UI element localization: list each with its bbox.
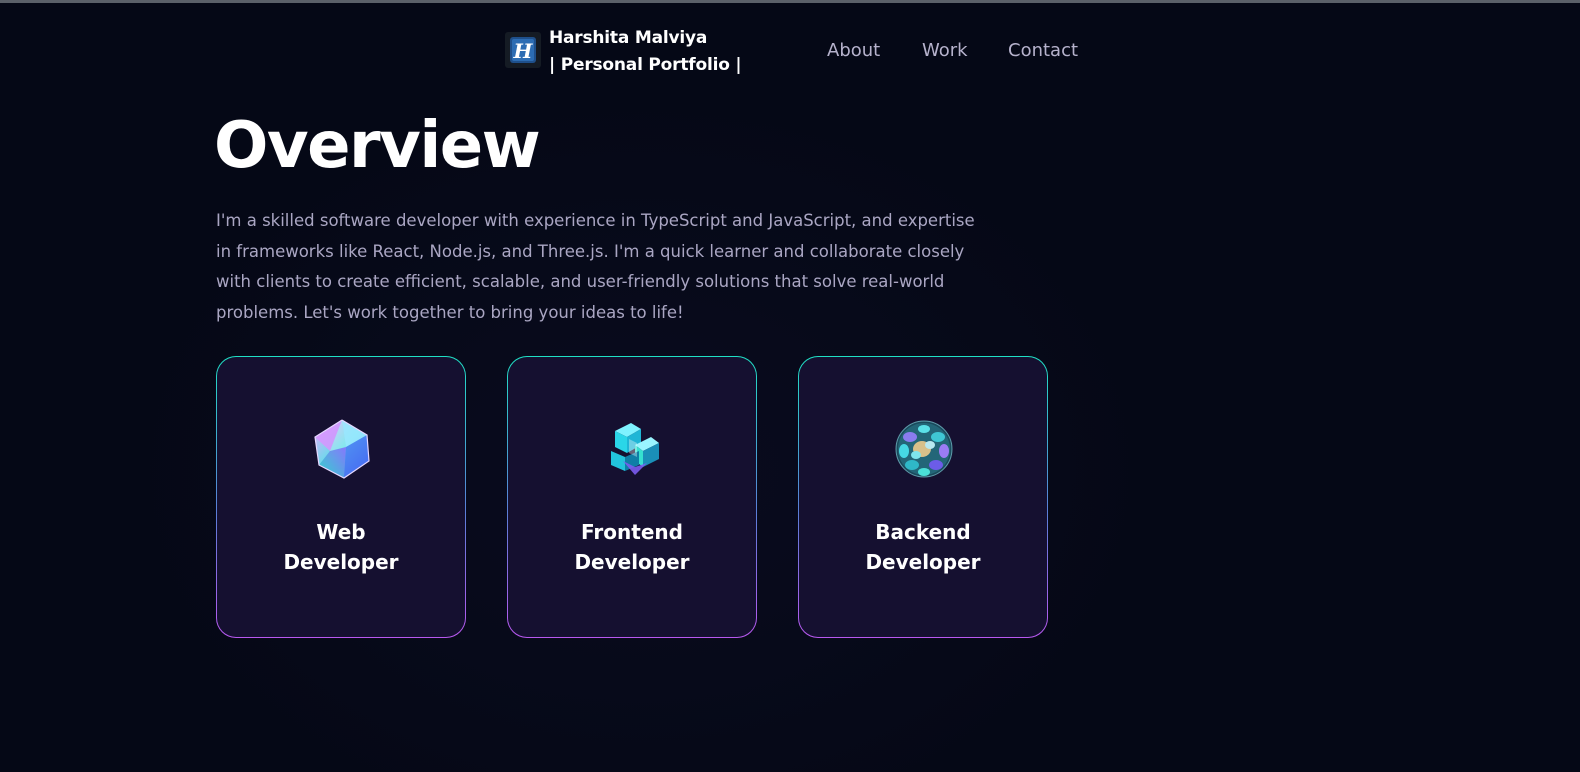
nav-link-about[interactable]: About <box>827 39 880 63</box>
service-card-title-line1: Web <box>316 520 366 544</box>
brand-name-line1: Harshita Malviya <box>549 28 708 48</box>
service-card-title-line1: Frontend <box>581 520 683 544</box>
brand-name[interactable]: Harshita Malviya | Personal Portfolio | <box>549 25 742 79</box>
backend-developer-icon <box>895 420 953 478</box>
portfolio-page: H Harshita Malviya | Personal Portfolio … <box>0 0 1580 772</box>
h-logo-icon[interactable]: H <box>505 32 541 68</box>
web-developer-icon <box>314 419 370 479</box>
service-card-inner: Web Developer <box>217 357 465 637</box>
service-card-backend[interactable]: Backend Developer <box>798 356 1048 638</box>
service-card-title-line2: Developer <box>283 550 399 574</box>
service-card-title-line2: Developer <box>574 550 690 574</box>
overview-heading: Overview <box>214 109 541 183</box>
brand-name-line2: | Personal Portfolio | <box>549 55 742 75</box>
overview-intro-text: I'm a skilled software developer with ex… <box>216 211 975 322</box>
nav-link-contact[interactable]: Contact <box>1008 39 1078 63</box>
service-card-frontend[interactable]: Frontend Developer <box>507 356 757 638</box>
service-card-web[interactable]: Web Developer <box>216 356 466 638</box>
window-top-border <box>0 0 1580 3</box>
service-card-title: Web Developer <box>217 517 465 577</box>
service-card-title: Backend Developer <box>799 517 1047 577</box>
service-card-title: Frontend Developer <box>508 517 756 577</box>
svg-text:H: H <box>513 39 534 63</box>
service-card-title-line1: Backend <box>875 520 971 544</box>
service-card-title-line2: Developer <box>865 550 981 574</box>
service-card-inner: Frontend Developer <box>508 357 756 637</box>
nav-link-work[interactable]: Work <box>922 39 968 63</box>
service-card-inner: Backend Developer <box>799 357 1047 637</box>
frontend-developer-icon <box>611 423 659 475</box>
